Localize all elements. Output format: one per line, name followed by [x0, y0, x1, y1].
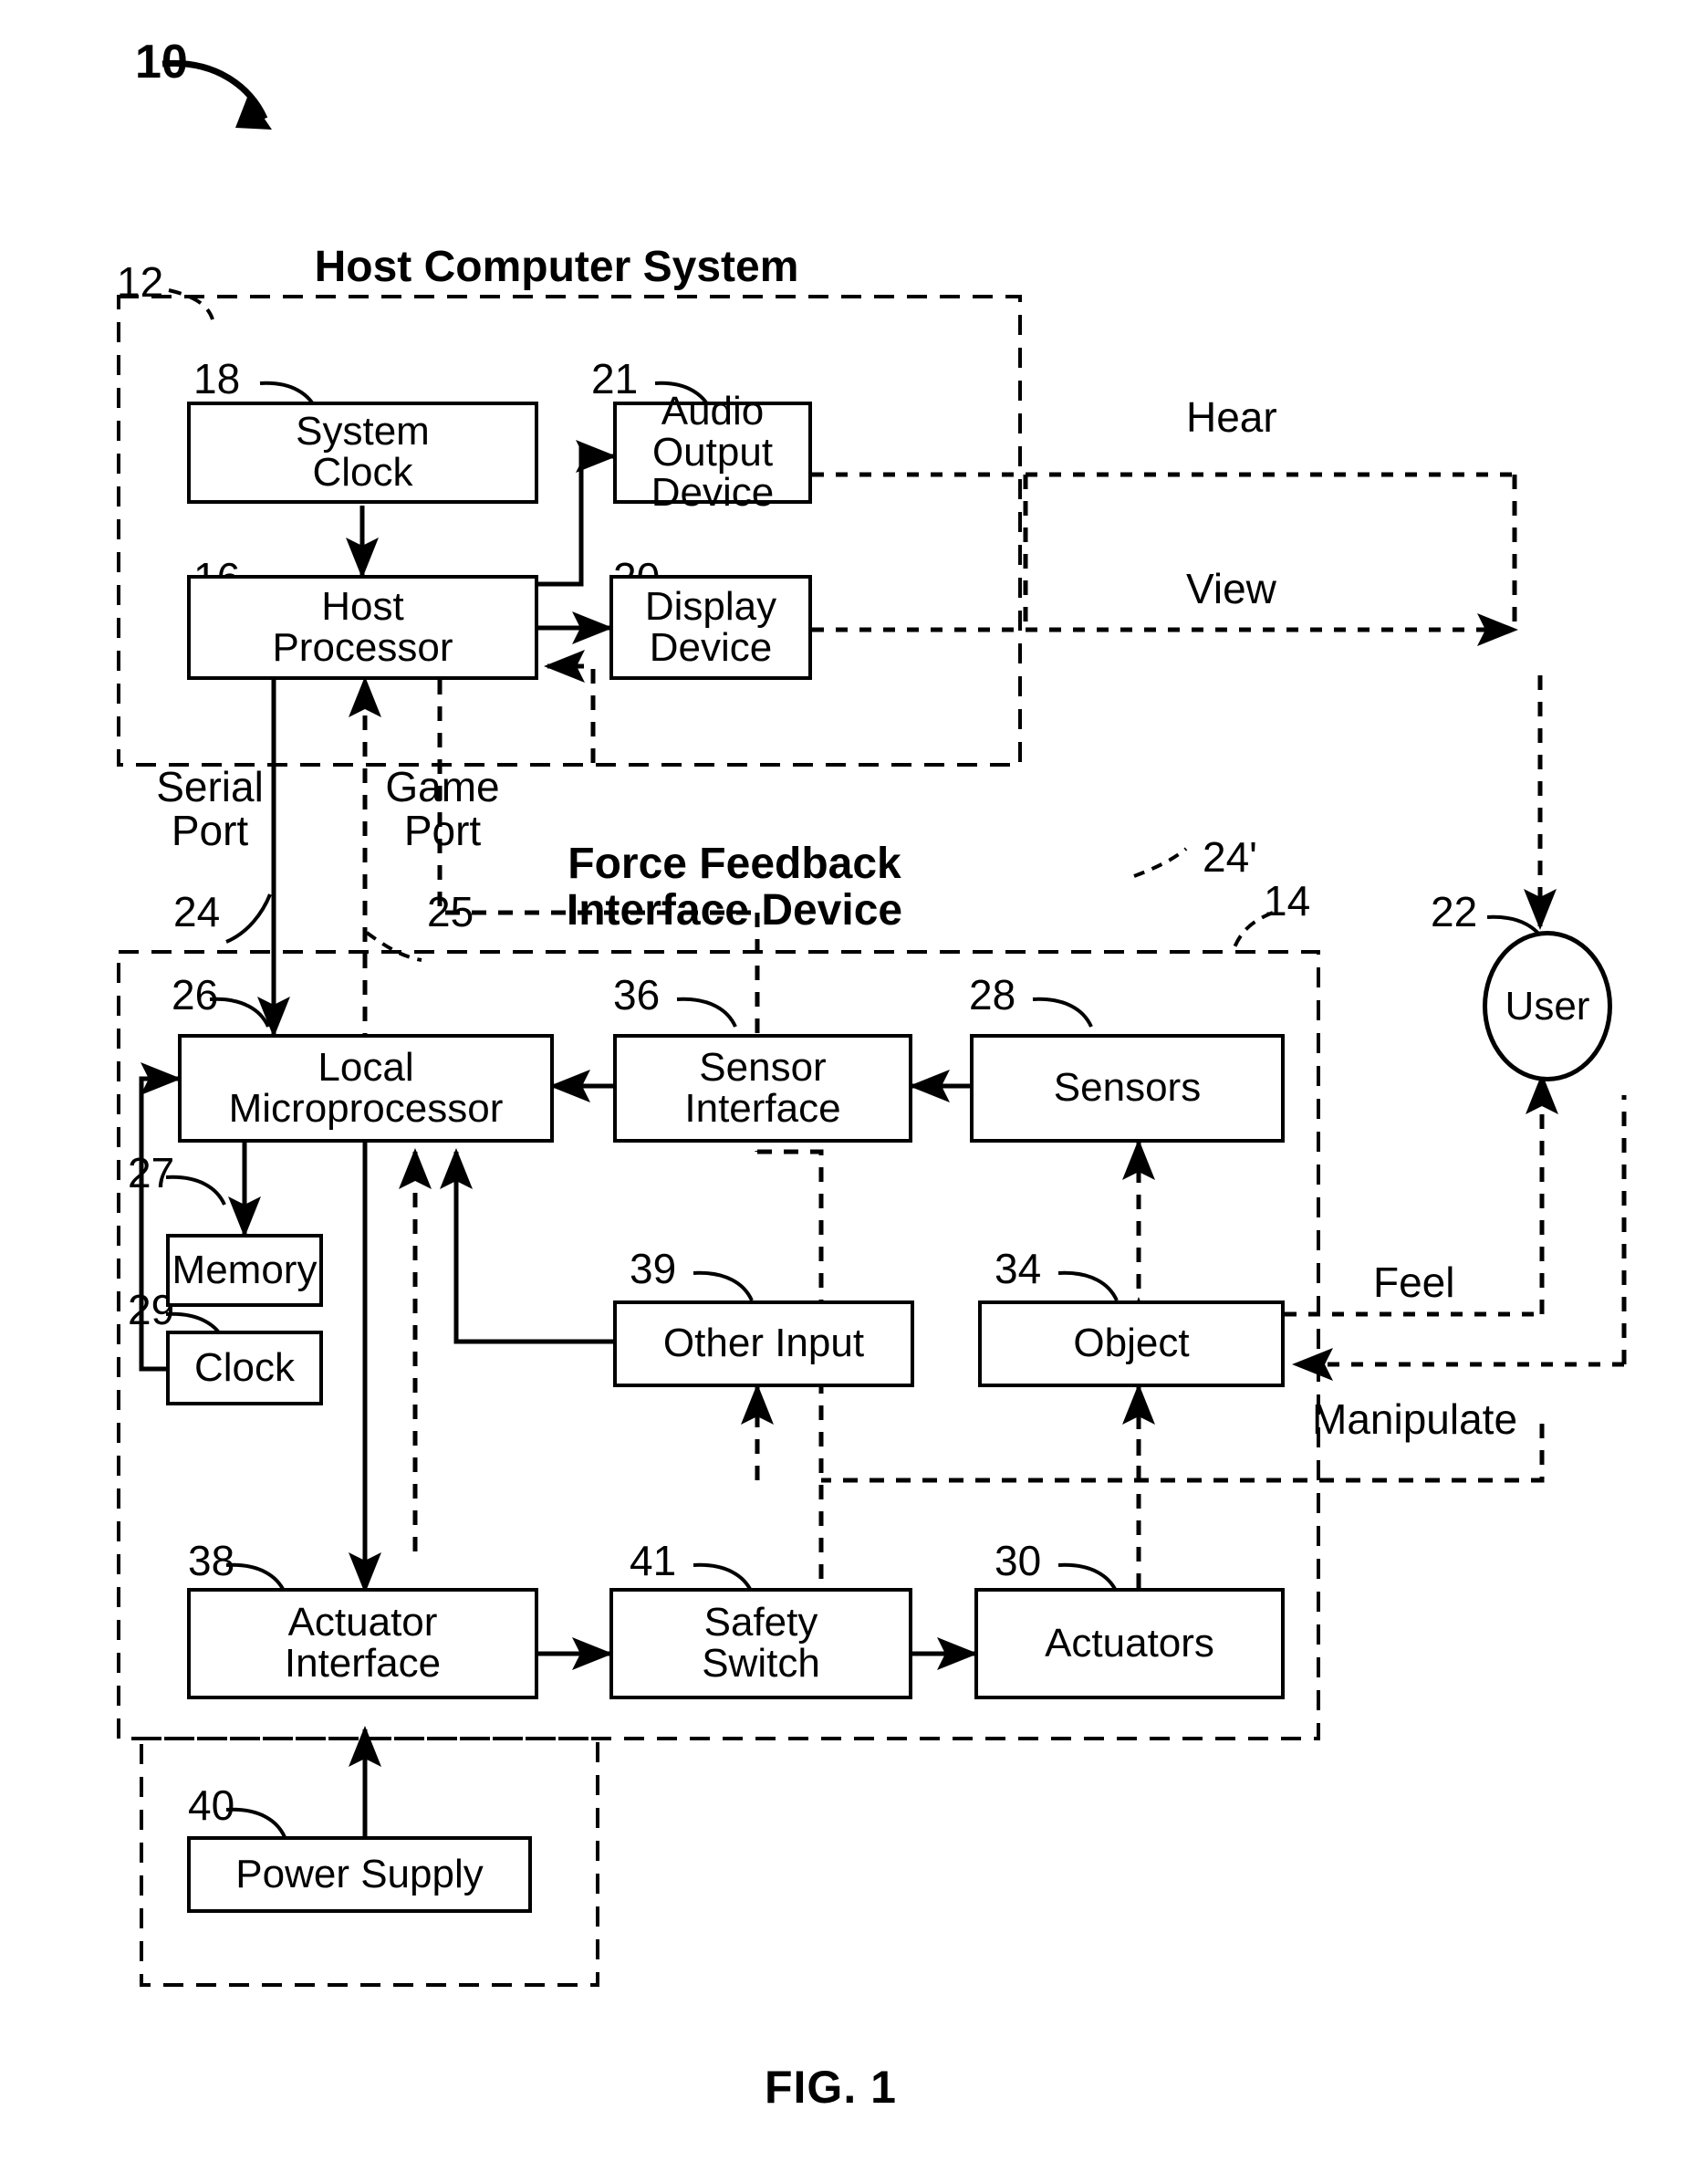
ffb-device-title: Force Feedback Interface Device	[520, 841, 949, 935]
ref-28: 28	[969, 971, 1016, 1018]
box-other-input[interactable]: Other Input	[613, 1300, 914, 1387]
host-processor-line1: Host	[321, 583, 404, 629]
box-power-supply[interactable]: Power Supply	[187, 1836, 532, 1913]
leader-39	[693, 1270, 754, 1301]
actuator-if-line2: Interface	[284, 1641, 442, 1686]
audio-output-line1: Audio Output	[651, 388, 774, 475]
audio-output-line2: Device	[651, 470, 775, 516]
other-input-label: Other Input	[662, 1321, 865, 1366]
box-sensors[interactable]: Sensors	[970, 1034, 1285, 1143]
box-safety-switch[interactable]: Safety Switch	[609, 1588, 912, 1699]
box-sensor-interface[interactable]: Sensor Interface	[613, 1034, 912, 1143]
ref-34: 34	[995, 1245, 1042, 1292]
game-port-label: Game Port	[370, 765, 516, 853]
safety-switch-line1: Safety	[703, 1600, 818, 1645]
ref-22: 22	[1431, 888, 1478, 935]
memory-label: Memory	[172, 1247, 318, 1292]
serial-port-line1: Serial	[156, 763, 264, 810]
power-supply-label: Power Supply	[235, 1851, 484, 1896]
game-port-line2: Port	[403, 807, 482, 855]
flow-label-manipulate: Manipulate	[1312, 1395, 1518, 1443]
actuators-label: Actuators	[1045, 1620, 1214, 1666]
game-port-line1: Game	[385, 763, 500, 810]
conn-display-feedback-to-host	[543, 649, 596, 763]
ref-30: 30	[995, 1537, 1042, 1584]
box-system-clock[interactable]: System Clock	[187, 402, 538, 504]
host-system-boundary	[117, 295, 1022, 767]
box-memory[interactable]: Memory	[166, 1234, 323, 1307]
box-audio-output-device[interactable]: Audio Output Device	[613, 391, 812, 513]
flow-label-hear: Hear	[1186, 393, 1277, 441]
figure-caption: FIG. 1	[765, 2062, 897, 2113]
leader-25	[365, 931, 422, 962]
leader-40	[225, 1807, 286, 1838]
box-display-device[interactable]: Display Device	[609, 575, 812, 680]
ref-24-prime: 24'	[1203, 833, 1257, 881]
leader-28	[1032, 997, 1093, 1028]
ref-36: 36	[613, 971, 661, 1018]
box-host-processor[interactable]: Host Processor	[187, 575, 538, 680]
leader-12	[168, 288, 214, 320]
leader-26	[209, 997, 270, 1028]
safety-switch-line2: Switch	[702, 1641, 820, 1686]
box-actuators[interactable]: Actuators	[974, 1588, 1285, 1699]
system-clock-line1: System	[296, 409, 430, 454]
serial-port-line2: Port	[171, 807, 249, 855]
local-micro-line2: Microprocessor	[228, 1085, 504, 1131]
ref-12: 12	[117, 258, 164, 306]
flow-label-feel: Feel	[1373, 1259, 1455, 1306]
ref-10: 10	[135, 36, 188, 89]
leader-34	[1057, 1270, 1119, 1301]
ref-38: 38	[188, 1537, 235, 1584]
object-label: Object	[1073, 1321, 1190, 1366]
user-node[interactable]: User	[1483, 931, 1612, 1081]
display-device-line2: Device	[649, 624, 773, 670]
sensors-label: Sensors	[1053, 1065, 1202, 1111]
box-clock[interactable]: Clock	[166, 1331, 323, 1405]
flow-label-view: View	[1186, 565, 1276, 612]
ref-25: 25	[427, 888, 474, 935]
ref-40: 40	[188, 1781, 235, 1829]
box-actuator-interface[interactable]: Actuator Interface	[187, 1588, 538, 1699]
conn-otherinput-to-micro	[440, 1147, 613, 1344]
leader-24	[225, 893, 272, 944]
patent-figure: Host Computer System Force Feedback Inte…	[0, 0, 1708, 2162]
leader-36	[676, 997, 737, 1028]
ref-14: 14	[1264, 877, 1311, 924]
local-micro-line1: Local	[318, 1044, 414, 1090]
ref-26: 26	[172, 971, 219, 1018]
conn-host-to-audio-seg	[531, 444, 584, 587]
user-label: User	[1505, 983, 1590, 1029]
ref-41: 41	[630, 1537, 677, 1584]
display-device-line1: Display	[644, 583, 777, 629]
ffb-title-line1: Force Feedback	[568, 840, 901, 888]
ref-39: 39	[630, 1245, 677, 1292]
ref-24: 24	[173, 888, 221, 935]
serial-port-label: Serial Port	[137, 765, 283, 853]
clock-label: Clock	[193, 1344, 296, 1390]
host-system-title: Host Computer System	[314, 243, 799, 291]
box-local-microprocessor[interactable]: Local Microprocessor	[178, 1034, 554, 1143]
ref-18: 18	[193, 355, 241, 402]
sensor-if-line2: Interface	[684, 1085, 841, 1131]
system-clock-line2: Clock	[312, 450, 413, 495]
actuator-if-line1: Actuator	[287, 1600, 438, 1645]
host-processor-line2: Processor	[272, 624, 453, 670]
leader-24prime	[1133, 847, 1188, 878]
leader-27	[165, 1175, 226, 1206]
sensor-if-line1: Sensor	[699, 1044, 827, 1090]
box-object[interactable]: Object	[978, 1300, 1285, 1387]
ffb-title-line2: Interface Device	[566, 885, 903, 935]
ref-27: 27	[128, 1149, 175, 1196]
